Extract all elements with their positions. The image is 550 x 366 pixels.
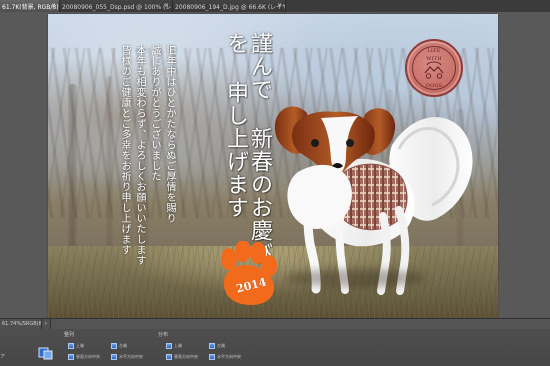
document-tab-2-label: 20080906_055_Dsp.psd @ 100% (レイヤー 0, RGB… <box>62 3 172 11</box>
distribute-vertical-center-icon <box>166 354 172 360</box>
align-vertical-center-button[interactable]: 垂直方向中央 <box>68 354 100 360</box>
distribute-vertical-center-label: 垂直方向中央 <box>174 354 198 359</box>
document-tab-3-label: 20080906_194_D.jpg @ 66.6K (レイヤー 0, RGB/… <box>175 3 285 11</box>
close-icon[interactable]: × <box>277 2 282 10</box>
align-top-button[interactable]: 上端 <box>68 343 84 349</box>
paw-icon <box>221 240 277 305</box>
stamp-emblem-icon <box>424 61 444 79</box>
close-icon[interactable]: × <box>51 2 56 10</box>
canvas-area: 謹んで 新春のお慶びを 申し上げます 旧年中はひとかたならぬご厚情を賜り 誠にあ… <box>0 12 550 318</box>
status-arrow-icon[interactable]: › <box>42 319 51 329</box>
align-left-label: 左端 <box>119 343 127 348</box>
distribute-group: 分布 上端 垂直方向中央 左端 水平方向中央 <box>158 331 262 365</box>
align-vertical-center-icon <box>68 354 74 360</box>
greeting-message: 旧年中はひとかたならぬご厚情を賜り 誠にありがとうございました 本年も相変わらず… <box>59 45 177 297</box>
dog-shadow <box>285 269 425 287</box>
align-left-button[interactable]: 左端 <box>111 343 127 349</box>
zoom-readout: 61.74%/SRGB(8) <box>2 319 42 329</box>
align-horizontal-center-icon <box>111 354 117 360</box>
align-top-icon <box>68 343 74 349</box>
align-group-title: 整列 <box>64 332 75 338</box>
distribute-top-label: 上端 <box>174 343 182 348</box>
distribute-horizontal-center-label: 水平方向中央 <box>217 354 241 359</box>
message-line-3: 本年も相変わらず、よろしくお願いいたします <box>134 45 145 266</box>
distribute-top-button[interactable]: 上端 <box>166 343 182 349</box>
photoshop-window: 61.7K(背景, RGB/8) * × 20080906_055_Dsp.ps… <box>0 0 550 366</box>
distribute-group-title: 分布 <box>158 332 169 338</box>
distribute-left-label: 左端 <box>217 343 225 348</box>
paw-badge: 2014 <box>216 240 280 311</box>
papillon-dog-photo <box>254 96 486 301</box>
message-line-4: 皆様のご健康とご多幸をお祈り申し上げます <box>119 45 130 255</box>
close-icon[interactable]: × <box>164 2 169 10</box>
align-icon[interactable] <box>38 345 54 361</box>
photo-canvas[interactable]: 謹んで 新春のお慶びを 申し上げます 旧年中はひとかたならぬご厚情を賜り 誠にあ… <box>48 14 498 318</box>
document-tab-3[interactable]: 20080906_194_D.jpg @ 66.6K (レイヤー 0, RGB/… <box>173 0 286 12</box>
options-side-label: ア <box>0 354 6 360</box>
main-greeting-line-3: 申し上げます <box>223 81 248 219</box>
distribute-horizontal-center-icon <box>209 354 215 360</box>
document-tab-2[interactable]: 20080906_055_Dsp.psd @ 100% (レイヤー 0, RGB… <box>60 0 173 12</box>
distribute-left-button[interactable]: 左端 <box>209 343 225 349</box>
main-greeting-line-1: 謹んで <box>247 32 272 101</box>
options-bar: ア 整列 上端 垂直方向中央 左端 水平方向中央 分布 上端 垂直方向中央 左端… <box>0 329 550 366</box>
message-line-2: 誠にありがとうございました <box>149 45 160 182</box>
distribute-vertical-center-button[interactable]: 垂直方向中央 <box>166 354 198 360</box>
align-left-icon <box>111 343 117 349</box>
align-horizontal-center-label: 水平方向中央 <box>119 354 143 359</box>
align-vertical-center-label: 垂直方向中央 <box>76 354 100 359</box>
distribute-left-icon <box>209 343 215 349</box>
document-tab-1[interactable]: 61.7K(背景, RGB/8) * × <box>0 0 60 12</box>
align-top-label: 上端 <box>76 343 84 348</box>
align-group: 整列 上端 垂直方向中央 左端 水平方向中央 <box>64 331 158 365</box>
dog-stamp: LIFE WITH DOGS <box>405 39 463 97</box>
align-horizontal-center-button[interactable]: 水平方向中央 <box>111 354 143 360</box>
bottom-panel: 61.74%/SRGB(8) › ア 整列 上端 垂直方向中央 左端 水平方向中… <box>0 318 550 366</box>
distribute-top-icon <box>166 343 172 349</box>
message-line-1: 旧年中はひとかたならぬご厚情を賜り <box>164 45 175 224</box>
status-filler <box>51 319 550 329</box>
distribute-horizontal-center-button[interactable]: 水平方向中央 <box>209 354 241 360</box>
